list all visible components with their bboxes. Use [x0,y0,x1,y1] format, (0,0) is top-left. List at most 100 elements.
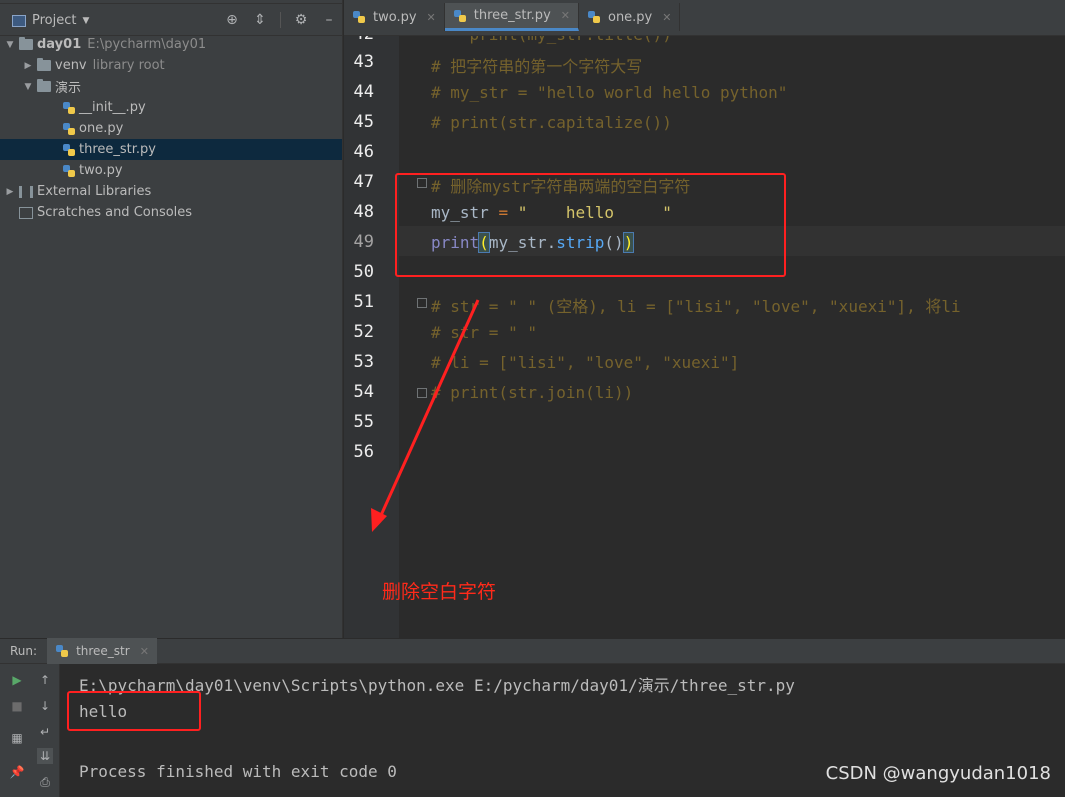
code-line: # 把字符串的第一个字符大写 [431,57,643,76]
code-line: # li = ["lisi", "love", "xuexi"] [431,353,740,372]
line-number: 46 [353,142,374,162]
code-editor[interactable]: 42 print(my_str.title()) 43 # 把字符串的第一个字符… [344,36,1065,638]
watermark: CSDN @wangyudan1018 [825,763,1051,784]
run-tab-label: three_str [76,644,130,658]
code-line: # my_str = "hello world hello python" [431,83,788,102]
python-file-icon [63,143,75,156]
python-file-icon [63,164,75,177]
python-file-icon [453,9,466,22]
project-view-selector[interactable]: Project ▼ [0,13,89,28]
expand-arrow-icon[interactable]: ▼ [22,82,34,92]
tree-item-demo-folder[interactable]: ▼ 演示 [0,76,342,97]
tree-label: 演示 [55,81,82,96]
folder-icon [19,37,33,50]
locate-icon[interactable]: ⊕ [224,12,240,28]
tab-label: one.py [607,9,653,25]
scroll-to-end-icon[interactable]: ⇊ [37,748,53,764]
console-line: Process finished with exit code 0 [79,762,397,781]
divider [280,12,281,28]
collapse-arrow-icon[interactable]: ▶ [4,187,16,197]
close-icon[interactable]: ✕ [140,645,149,658]
line-number: 49 [353,232,374,252]
tab-label: three_str.py [473,8,551,23]
minimize-icon[interactable]: – [321,12,337,28]
tree-label: venv [55,58,87,73]
line-number: 53 [353,352,374,372]
tree-label: day01 [37,37,82,52]
run-panel-header: Run: three_str ✕ [0,638,1065,664]
line-number: 56 [353,442,374,462]
tree-label: External Libraries [37,184,152,199]
editor-tabs: two.py ✕ three_str.py ✕ one.py ✕ [344,0,1065,36]
python-file-icon [63,122,75,135]
print-icon[interactable]: ⎙ [37,774,53,790]
code-line: # str = " " [431,323,537,342]
tree-item-external-libraries[interactable]: ▶ External Libraries [0,181,342,202]
tab-two-py[interactable]: two.py ✕ [344,3,445,31]
line-number: 55 [353,412,374,432]
folder-icon [37,58,51,71]
tree-item-one-py[interactable]: one.py [0,118,342,139]
tree-meta: E:\pycharm\day01 [87,37,207,52]
run-icon[interactable]: ▶ [9,672,25,688]
line-number: 42 [344,36,374,44]
run-tab-three-str[interactable]: three_str ✕ [47,638,157,664]
line-number: 43 [353,52,374,72]
tree-label: __init__.py [79,100,146,115]
tree-item-scratches[interactable]: Scratches and Consoles [0,202,342,223]
line-number: 47 [353,172,374,192]
scratches-icon [19,206,33,219]
pin-icon[interactable]: 📌 [9,764,25,780]
tree-label: two.py [79,163,123,178]
close-icon[interactable]: ✕ [561,9,570,22]
arrow-up-icon[interactable]: ↑ [37,672,53,688]
layout-icon[interactable]: ▦ [9,730,25,746]
python-file-icon [63,101,75,114]
gear-icon[interactable]: ⚙ [293,12,309,28]
tree-item-init-py[interactable]: __init__.py [0,97,342,118]
line-number: 50 [353,262,374,282]
tree-label: three_str.py [79,142,156,157]
fold-marker-icon[interactable] [417,298,427,308]
line-number: 45 [353,112,374,132]
soft-wrap-icon[interactable]: ↵ [37,724,53,740]
python-file-icon [353,11,365,23]
tree-item-day01[interactable]: ▼ day01 E:\pycharm\day01 [0,34,342,55]
library-icon [19,185,33,198]
tree-item-two-py[interactable]: two.py [0,160,342,181]
line-number: 51 [353,292,374,312]
tab-three-str-py[interactable]: three_str.py ✕ [444,3,579,31]
tab-one-py[interactable]: one.py ✕ [579,3,681,31]
tree-label: Scratches and Consoles [37,205,193,220]
stop-icon[interactable]: ■ [9,698,25,714]
run-label: Run: [10,644,38,658]
python-file-icon [587,11,600,23]
code-line: print(my_str.title()) [431,36,672,44]
close-icon[interactable]: ✕ [662,11,671,24]
arrow-down-icon[interactable]: ↓ [37,698,53,714]
python-file-icon [56,645,69,657]
line-number: 52 [353,322,374,342]
close-icon[interactable]: ✕ [427,11,436,24]
annotation-box-output [67,691,201,731]
project-title: Project [32,13,77,28]
fold-marker-icon[interactable] [417,388,427,398]
tree-label: one.py [79,121,124,136]
collapse-arrow-icon[interactable]: ▶ [22,61,34,71]
run-toolbar: ▶ ↑ ■ ↓ ▦ ↵ ⇊ 📌 ⎙ [0,664,60,797]
line-number: 44 [353,82,374,102]
line-number: 54 [353,382,374,402]
project-panel-icon [12,14,26,27]
code-line: # str = " " (空格), li = ["lisi", "love", … [431,297,961,316]
expand-arrow-icon[interactable]: ▼ [4,40,16,50]
collapse-icon[interactable]: ⇕ [252,12,268,28]
project-tree: ▼ day01 E:\pycharm\day01 ▶ venv library … [0,34,342,223]
tree-item-venv[interactable]: ▶ venv library root [0,55,342,76]
title-strip [0,0,342,4]
annotation-box-code [395,173,786,277]
code-line: # print(str.capitalize()) [431,113,672,132]
code-line: # print(str.join(li)) [431,383,634,402]
tree-item-three-str-py[interactable]: three_str.py [0,139,342,160]
tree-meta: library root [92,58,165,73]
project-panel: Project ▼ ⊕ ⇕ ⚙ – ▼ day01 E:\pycharm\day… [0,0,343,638]
